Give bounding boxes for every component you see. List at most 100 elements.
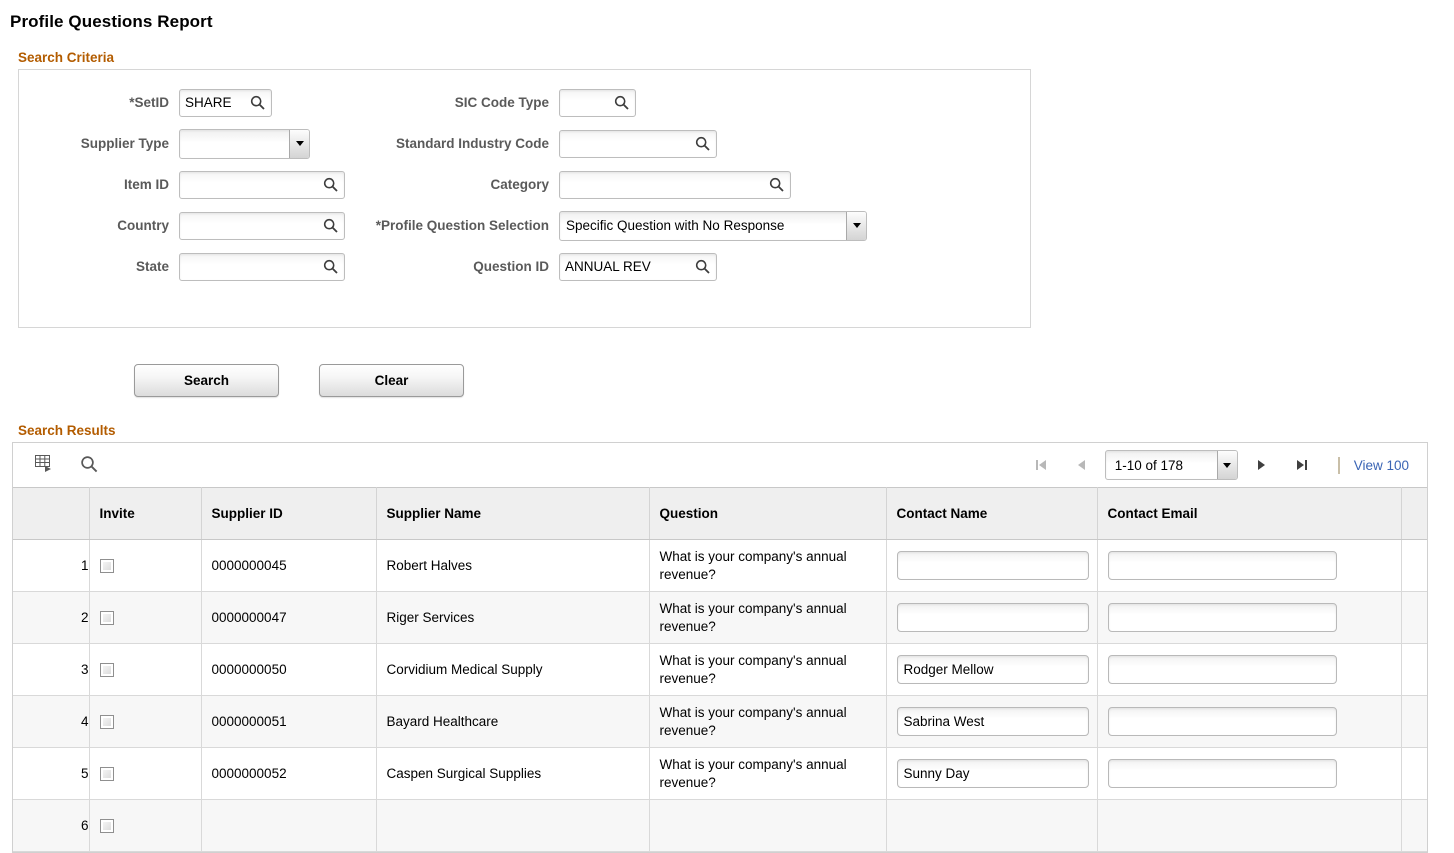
search-icon[interactable] bbox=[323, 259, 338, 274]
invite-checkbox[interactable] bbox=[99, 559, 114, 574]
invite-checkbox[interactable] bbox=[99, 715, 114, 730]
standard-industry-code-input[interactable] bbox=[559, 129, 717, 158]
setid-value: SHARE bbox=[185, 95, 232, 110]
search-icon[interactable] bbox=[695, 259, 710, 274]
table-row: 5 0000000052 Caspen Surgical Supplies What … bbox=[13, 747, 1427, 800]
contact-email-input[interactable] bbox=[1107, 603, 1337, 632]
contact-email-cell bbox=[1097, 747, 1402, 800]
column-header-contact-name[interactable]: Contact Name bbox=[886, 487, 1098, 540]
column-header-spacer-7[interactable] bbox=[1401, 487, 1427, 540]
contact-name-cell bbox=[886, 799, 1098, 852]
field-row-sic-code-type: SIC Code Type bbox=[349, 82, 969, 123]
column-header-question[interactable]: Question bbox=[649, 487, 887, 540]
contact-name-input[interactable] bbox=[896, 655, 1089, 684]
search-icon[interactable] bbox=[250, 95, 265, 110]
contact-name-input[interactable] bbox=[896, 603, 1089, 632]
field-row-supplier-type: Supplier Type bbox=[19, 123, 349, 164]
chevron-down-icon[interactable] bbox=[1216, 451, 1237, 479]
supplier-name-cell: Corvidium Medical Supply bbox=[376, 643, 650, 696]
previous-page-icon[interactable] bbox=[1061, 458, 1101, 472]
contact-email-input[interactable] bbox=[1107, 759, 1337, 788]
pagination-controls: 1-10 of 178 View 100 bbox=[1021, 450, 1415, 480]
contact-email-input[interactable] bbox=[1107, 551, 1337, 580]
first-page-icon[interactable] bbox=[1021, 458, 1061, 472]
download-to-spreadsheet-icon[interactable] bbox=[35, 455, 54, 475]
contact-name-cell bbox=[886, 747, 1098, 800]
profile-question-selection-select[interactable]: Specific Question with No Response bbox=[559, 210, 867, 241]
item-id-input[interactable] bbox=[179, 170, 345, 199]
clear-button[interactable]: Clear bbox=[319, 364, 464, 397]
question-cell: What is your company's annual revenue? bbox=[649, 695, 887, 748]
column-header-invite[interactable]: Invite bbox=[89, 487, 202, 540]
supplier-name-cell bbox=[376, 799, 650, 852]
chevron-down-icon[interactable] bbox=[846, 211, 866, 240]
row-end-cell bbox=[1401, 695, 1427, 748]
column-header-spacer-0[interactable] bbox=[13, 487, 90, 540]
contact-name-input[interactable] bbox=[896, 551, 1089, 580]
column-header-contact-email[interactable]: Contact Email bbox=[1097, 487, 1402, 540]
question-id-input[interactable]: ANNUAL REV bbox=[559, 252, 717, 281]
last-page-icon[interactable] bbox=[1282, 458, 1322, 472]
category-label: Category bbox=[490, 177, 549, 192]
action-button-row: Search Clear bbox=[134, 364, 1454, 397]
supplier-name-cell: Bayard Healthcare bbox=[376, 695, 650, 748]
state-label: State bbox=[135, 259, 169, 274]
search-icon[interactable] bbox=[614, 95, 629, 110]
contact-name-input[interactable] bbox=[896, 707, 1089, 736]
table-header-row: Invite Supplier ID Supplier Name Question Co… bbox=[13, 487, 1427, 540]
view-all-link[interactable]: View 100 bbox=[1354, 458, 1415, 473]
invite-checkbox[interactable] bbox=[99, 611, 114, 626]
row-number: 1 bbox=[13, 539, 90, 592]
invite-cell bbox=[89, 799, 202, 852]
criteria-right-column: SIC Code Type Standard Industry Code Categ… bbox=[349, 82, 969, 287]
search-results-table: Invite Supplier ID Supplier Name Question Co… bbox=[13, 487, 1427, 852]
row-number: 4 bbox=[13, 695, 90, 748]
setid-input[interactable]: SHARE bbox=[179, 88, 272, 117]
invite-cell bbox=[89, 591, 202, 644]
contact-email-input[interactable] bbox=[1107, 707, 1337, 736]
column-header-supplier-name[interactable]: Supplier Name bbox=[376, 487, 650, 540]
profile-question-selection-value: Specific Question with No Response bbox=[566, 218, 785, 233]
search-icon[interactable] bbox=[769, 177, 784, 192]
search-criteria-legend: Search Criteria bbox=[18, 50, 115, 65]
search-icon[interactable] bbox=[323, 177, 338, 192]
search-button[interactable]: Search bbox=[134, 364, 279, 397]
state-input[interactable] bbox=[179, 252, 345, 281]
sic-code-type-input[interactable] bbox=[559, 88, 636, 117]
row-end-cell bbox=[1401, 747, 1427, 800]
invite-checkbox[interactable] bbox=[99, 663, 114, 678]
contact-name-input[interactable] bbox=[896, 759, 1089, 788]
sic-code-type-label: SIC Code Type bbox=[454, 95, 549, 110]
results-toolbar: 1-10 of 178 View 100 bbox=[13, 443, 1427, 487]
country-input[interactable] bbox=[179, 211, 345, 240]
table-row: 1 0000000045 Robert Halves What is your com… bbox=[13, 539, 1427, 592]
contact-email-input[interactable] bbox=[1107, 655, 1337, 684]
search-icon[interactable] bbox=[323, 218, 338, 233]
field-row-question-id: Question ID ANNUAL REV bbox=[349, 246, 969, 287]
supplier-name-cell: Riger Services bbox=[376, 591, 650, 644]
supplier-type-select[interactable] bbox=[179, 128, 310, 159]
supplier-id-cell: 0000000050 bbox=[201, 643, 377, 696]
question-cell: What is your company's annual revenue? bbox=[649, 539, 887, 592]
table-row: 6 bbox=[13, 799, 1427, 852]
invite-checkbox[interactable] bbox=[99, 819, 114, 834]
supplier-id-cell bbox=[201, 799, 377, 852]
find-icon[interactable] bbox=[80, 455, 98, 476]
contact-email-cell bbox=[1097, 591, 1402, 644]
row-number: 2 bbox=[13, 591, 90, 644]
page-range-select[interactable]: 1-10 of 178 bbox=[1104, 450, 1238, 480]
contact-name-cell bbox=[886, 539, 1098, 592]
supplier-id-cell: 0000000047 bbox=[201, 591, 377, 644]
criteria-left-column: *SetID SHARE Supplier Type Item ID Country St… bbox=[19, 82, 349, 287]
search-icon[interactable] bbox=[695, 136, 710, 151]
invite-checkbox[interactable] bbox=[99, 767, 114, 782]
chevron-down-icon[interactable] bbox=[289, 129, 309, 158]
search-results-panel: 1-10 of 178 View 100 Invite Supplier ID … bbox=[12, 442, 1428, 853]
next-page-icon[interactable] bbox=[1242, 458, 1282, 472]
column-header-supplier-id[interactable]: Supplier ID bbox=[201, 487, 377, 540]
search-results-legend: Search Results bbox=[18, 423, 116, 438]
item-id-label: Item ID bbox=[123, 177, 169, 192]
row-end-cell bbox=[1401, 643, 1427, 696]
category-input[interactable] bbox=[559, 170, 791, 199]
supplier-id-cell: 0000000052 bbox=[201, 747, 377, 800]
